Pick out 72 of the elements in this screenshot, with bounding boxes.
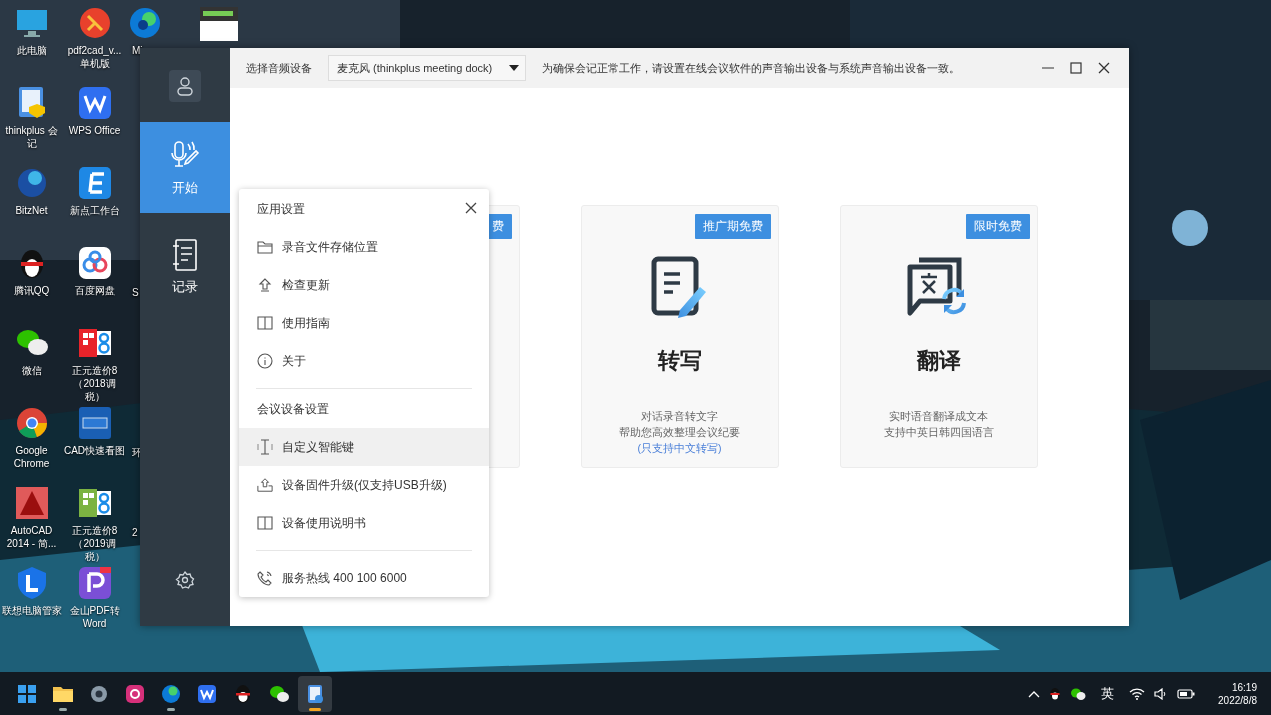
icon-label: pdf2cad_v... 单机版	[66, 44, 123, 70]
maximize-icon	[1069, 61, 1083, 75]
text-cursor-icon	[257, 438, 273, 456]
icon-label: 联想电脑管家	[0, 604, 63, 617]
feature-card[interactable]: 限时免费 翻译 实时语音翻译成文本 支持中英日韩四国语言	[839, 205, 1038, 468]
taskbar-app[interactable]	[298, 675, 332, 712]
settings-icon	[175, 570, 195, 590]
icon-label: S	[132, 286, 139, 299]
section-heading: 会议设备设置	[257, 400, 329, 418]
card-description: 帮助您高效整理会议纪要	[619, 425, 740, 440]
notebook-icon	[170, 237, 200, 272]
caret-down-icon	[509, 65, 519, 71]
phone-icon	[257, 570, 273, 586]
icon-label: BitzNet	[14, 204, 49, 217]
device-dropdown[interactable]: 麦克风 (thinkplus meeting dock)	[328, 55, 526, 81]
menu-item[interactable]: 使用指南	[239, 304, 489, 342]
menu-item[interactable]: 检查更新	[239, 266, 489, 304]
close-icon	[1097, 61, 1111, 75]
menu-item[interactable]: 自定义智能键	[239, 428, 489, 466]
icon-label: 百度网盘	[73, 284, 116, 297]
field-label: 选择音频设备	[246, 60, 312, 76]
icon-label: 腾讯QQ	[12, 284, 51, 297]
card-description: 对话录音转文字	[640, 409, 719, 424]
close-icon	[465, 202, 477, 214]
wifi-icon[interactable]	[1129, 687, 1146, 700]
icon-label: 2	[132, 526, 138, 539]
icon-label: 金山PDF转Word	[68, 604, 121, 630]
nav-tab[interactable]: 记录	[140, 221, 230, 312]
thumbnail-icon[interactable]	[200, 5, 238, 43]
icon-label: WPS Office	[67, 124, 122, 137]
penguin-icon[interactable]	[1049, 686, 1062, 701]
person-icon	[175, 76, 195, 96]
clock-time: 16:19	[1231, 680, 1257, 694]
icon-label: 微信	[20, 364, 43, 377]
info-icon	[257, 353, 273, 369]
card-title: 翻译	[916, 347, 961, 375]
book-icon	[257, 316, 273, 330]
upload-tray-icon	[257, 477, 273, 493]
book-icon	[257, 516, 273, 530]
icon-label: thinkplus 会记	[4, 124, 59, 150]
account-button[interactable]	[169, 70, 201, 102]
battery-icon[interactable]	[1177, 687, 1196, 700]
settings-button[interactable]	[175, 570, 195, 590]
section-heading: 应用设置	[257, 200, 305, 218]
maximize-button[interactable]	[1069, 61, 1083, 75]
card-note: (只支持中文转写)	[637, 441, 722, 456]
icon-label: 正元造价8（2019调税）	[70, 524, 119, 563]
close-button[interactable]	[1097, 61, 1111, 75]
chevron-up-icon[interactable]	[1028, 689, 1041, 698]
input-method-indicator[interactable]: 英	[1101, 684, 1115, 703]
upload-icon	[257, 277, 273, 293]
promo-badge: 推广期免费	[694, 214, 771, 239]
menu-item[interactable]: 设备固件升级(仅支持USB升级)	[239, 466, 489, 504]
feature-card[interactable]: 推广期免费 转写 对话录音转文字 帮助您高效整理会议纪要 (只支持中文转写)	[580, 205, 779, 468]
clock-date: 2022/8/8	[1218, 693, 1257, 707]
menu-item[interactable]: 设备使用说明书	[239, 504, 489, 542]
card-title: 转写	[657, 347, 702, 375]
card-description: 实时语音翻译成文本	[888, 409, 989, 424]
hotline-text: 服务热线 400 100 6000	[282, 569, 407, 587]
icon-label: AutoCAD 2014 - 简...	[5, 524, 58, 550]
card-description: 支持中英日韩四国语言	[883, 425, 994, 440]
notice-text: 为确保会记正常工作，请设置在线会议软件的声音输出设备与系统声音输出设备一致。	[542, 60, 960, 76]
icon-label: 新点工作台	[68, 204, 121, 217]
icon-label: 正元造价8（2018调税）	[70, 364, 119, 403]
icon-label: CAD快速看图	[63, 444, 126, 457]
chat-icon[interactable]	[1070, 686, 1087, 701]
folder-icon	[257, 240, 273, 254]
promo-badge: 限时免费	[965, 214, 1030, 239]
close-button[interactable]	[465, 202, 477, 214]
icon-label: Google Chrome	[12, 444, 51, 470]
menu-item[interactable]: 关于	[239, 342, 489, 380]
icon-label: 此电脑	[15, 44, 48, 57]
